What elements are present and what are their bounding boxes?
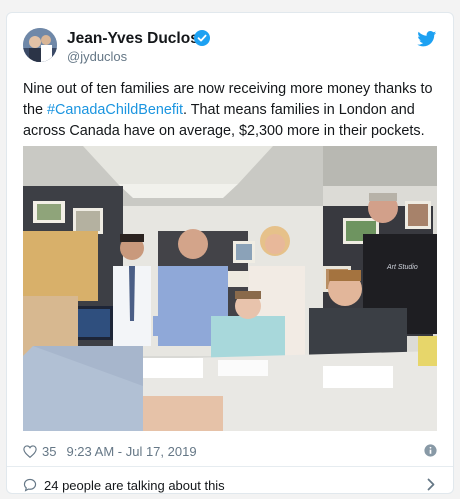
hashtag-link[interactable]: #CanadaChildBenefit bbox=[47, 102, 183, 118]
poster-text: Art Studio bbox=[386, 264, 418, 271]
avatar[interactable] bbox=[23, 28, 57, 62]
avatar-image bbox=[23, 28, 57, 62]
author-handle[interactable]: @jyduclos bbox=[67, 49, 127, 64]
tweet-card: Jean-Yves Duclos @jyduclos Nine out of t… bbox=[6, 12, 454, 494]
info-icon[interactable] bbox=[424, 444, 437, 457]
chevron-right-icon bbox=[427, 478, 435, 491]
tweet-text: Nine out of ten families are now receivi… bbox=[23, 79, 443, 142]
divider bbox=[7, 466, 453, 467]
verified-badge-icon bbox=[194, 30, 210, 46]
photo-image: Art Studio bbox=[23, 146, 437, 431]
heart-icon[interactable] bbox=[23, 444, 37, 458]
tweet-photo[interactable]: Art Studio bbox=[23, 146, 437, 431]
tweet-meta: 35 9:23 AM - Jul 17, 2019 bbox=[23, 441, 437, 461]
speech-bubble-icon bbox=[23, 478, 37, 492]
author-name[interactable]: Jean-Yves Duclos bbox=[67, 30, 199, 48]
talking-link[interactable]: 24 people are talking about this bbox=[23, 475, 437, 495]
talking-text: 24 people are talking about this bbox=[44, 477, 225, 493]
timestamp[interactable]: 9:23 AM - Jul 17, 2019 bbox=[66, 444, 196, 459]
like-count[interactable]: 35 bbox=[42, 444, 56, 459]
twitter-bird-icon[interactable] bbox=[417, 31, 437, 47]
